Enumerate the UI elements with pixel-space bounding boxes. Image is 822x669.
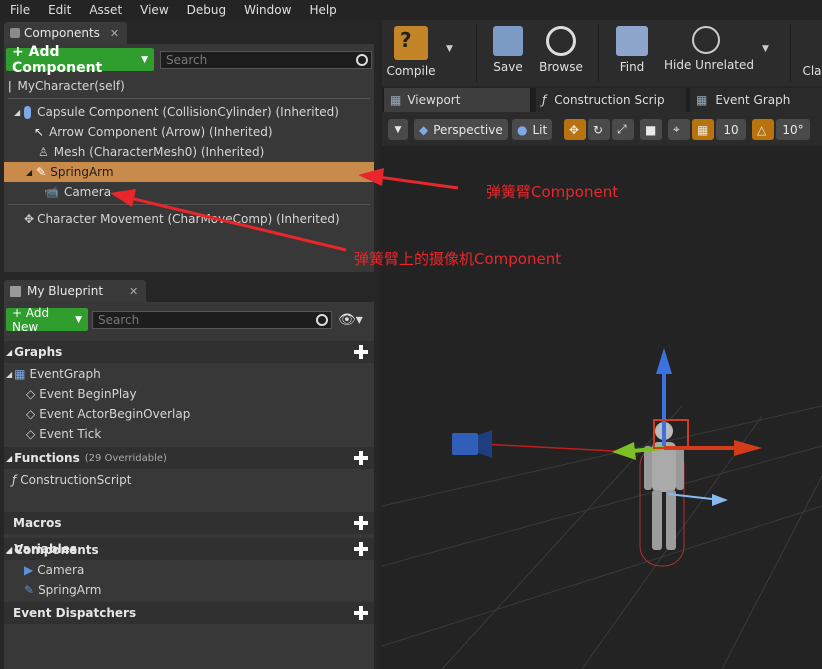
annotation-arrow: [377, 175, 459, 190]
annotation-camera: 弹簧臂上的摄像机Component: [354, 250, 562, 268]
annotation-arrow: [129, 196, 347, 252]
annotation-spring-arm: 弹簧臂Component: [486, 183, 619, 201]
annotation-arrowhead: [110, 189, 136, 207]
annotation-arrowhead: [358, 168, 384, 186]
annotation-arrows: [110, 168, 459, 252]
